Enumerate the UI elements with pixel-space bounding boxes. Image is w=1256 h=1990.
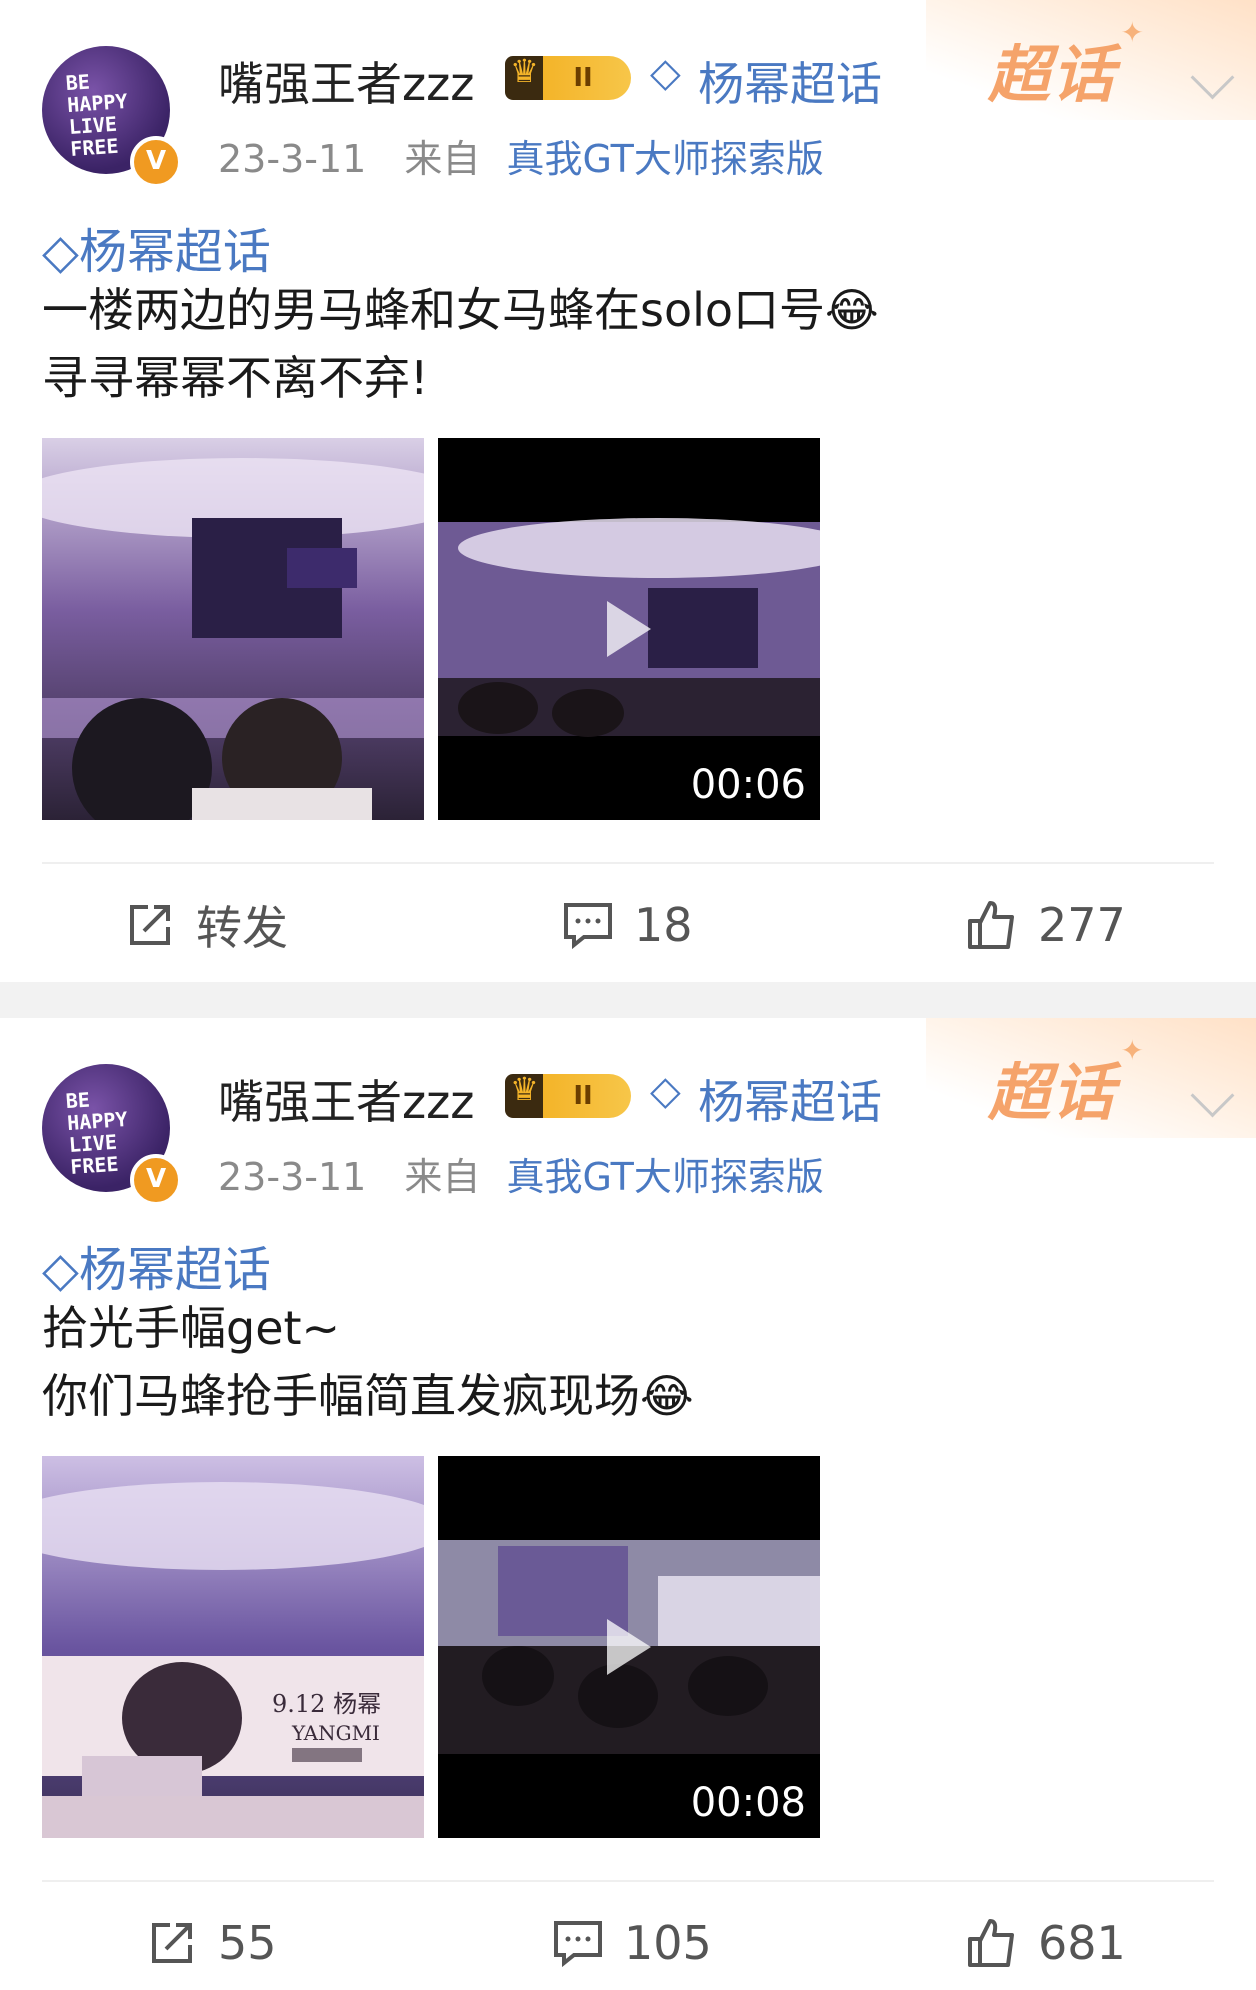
post-meta: 23-3-11 来自 真我GT大师探索版 [218, 128, 824, 183]
crown-icon: ♛ [510, 1070, 539, 1108]
comment-button[interactable]: 18 [562, 890, 693, 960]
comment-count: 105 [624, 1916, 712, 1970]
share-icon [152, 1923, 192, 1963]
video-duration: 00:06 [690, 762, 806, 808]
video-thumbnail[interactable]: 00:06 [438, 438, 820, 820]
comment-button[interactable]: 105 [552, 1908, 712, 1978]
share-icon [130, 905, 170, 945]
like-icon [968, 901, 1014, 949]
repost-label: 转发 [196, 901, 288, 955]
topic-tag[interactable]: ◇杨幂超话 [42, 212, 271, 282]
crown-icon: ♛ [510, 52, 539, 90]
sparkle-icon: ✦ [1120, 16, 1144, 49]
sparkle-icon: ✦ [1120, 1034, 1144, 1067]
username[interactable]: 嘴强王者zzz [218, 1066, 474, 1132]
post-meta: 23-3-11 来自 真我GT大师探索版 [218, 1146, 824, 1201]
like-count: 681 [1038, 1916, 1126, 1970]
photo-thumbnail[interactable]: 9.12 杨幂 YANGMI [42, 1456, 424, 1838]
topic-tag[interactable]: ◇杨幂超话 [42, 1230, 271, 1300]
diamond-icon: ◇ [42, 224, 79, 280]
post-date: 23-3-11 [218, 137, 367, 181]
from-label: 来自 [404, 137, 481, 181]
username[interactable]: 嘴强王者zzz [218, 48, 474, 114]
play-icon[interactable] [607, 1619, 651, 1675]
verified-icon: V [130, 1154, 182, 1206]
avatar-text: BE HAPPY LIVE FREE [64, 69, 129, 161]
repost-count: 55 [218, 1916, 277, 1970]
like-button[interactable]: 277 [966, 890, 1126, 960]
topic-link[interactable]: 杨幂超话 [698, 48, 882, 114]
repost-button[interactable]: 55 [146, 1908, 277, 1978]
chaohua-logo[interactable]: 超话 [988, 24, 1116, 114]
post-text-line: 拾光手幅get~ [42, 1301, 341, 1355]
post-date: 23-3-11 [218, 1155, 367, 1199]
play-icon[interactable] [607, 601, 651, 657]
device-link[interactable]: 真我GT大师探索版 [507, 137, 824, 181]
from-label: 来自 [404, 1155, 481, 1199]
action-bar: 55 105 681 [0, 1908, 1256, 1978]
action-bar: 转发 18 277 [0, 890, 1256, 960]
diamond-icon: ◇ [650, 50, 681, 96]
chaohua-logo[interactable]: 超话 [988, 1042, 1116, 1132]
post-card: 超话 ✦ BE HAPPY LIVE FREE V 嘴强王者zzz II ♛ ◇ 杨… [0, 0, 1256, 982]
like-icon [968, 1919, 1014, 1967]
post-text: 一楼两边的男马蜂和女马蜂在solo口号😂 寻寻幂幂不离不弃! [42, 276, 879, 412]
repost-button[interactable]: 转发 [124, 890, 288, 960]
topic-link[interactable]: 杨幂超话 [698, 1066, 882, 1132]
divider [42, 1880, 1214, 1882]
banner-text: 9.12 杨幂 [272, 1690, 381, 1718]
video-thumbnail[interactable]: 00:08 [438, 1456, 820, 1838]
post-text: 拾光手幅get~ 你们马蜂抢手幅简直发疯现场😂 [42, 1294, 694, 1430]
post-card: 超话 ✦ BE HAPPY LIVE FREE V 嘴强王者zzz II ♛ ◇ 杨… [0, 1018, 1256, 1990]
divider [42, 862, 1214, 864]
diamond-icon: ◇ [650, 1068, 681, 1114]
post-text-line: 一楼两边的男马蜂和女马蜂在solo口号😂 [42, 283, 879, 337]
device-link[interactable]: 真我GT大师探索版 [507, 1155, 824, 1199]
comment-icon [554, 1921, 602, 1968]
post-text-line: 你们马蜂抢手幅简直发疯现场😂 [42, 1369, 694, 1423]
like-button[interactable]: 681 [966, 1908, 1126, 1978]
video-duration: 00:08 [690, 1780, 806, 1826]
diamond-icon: ◇ [42, 1242, 79, 1298]
avatar-text: BE HAPPY LIVE FREE [64, 1087, 129, 1179]
comment-icon [564, 903, 612, 950]
verified-icon: V [130, 136, 182, 188]
like-count: 277 [1038, 898, 1126, 952]
banner-subtext: YANGMI [291, 1721, 380, 1745]
post-separator [0, 982, 1256, 1018]
photo-thumbnail[interactable] [42, 438, 424, 820]
post-text-line: 寻寻幂幂不离不弃! [42, 351, 429, 405]
comment-count: 18 [634, 898, 693, 952]
